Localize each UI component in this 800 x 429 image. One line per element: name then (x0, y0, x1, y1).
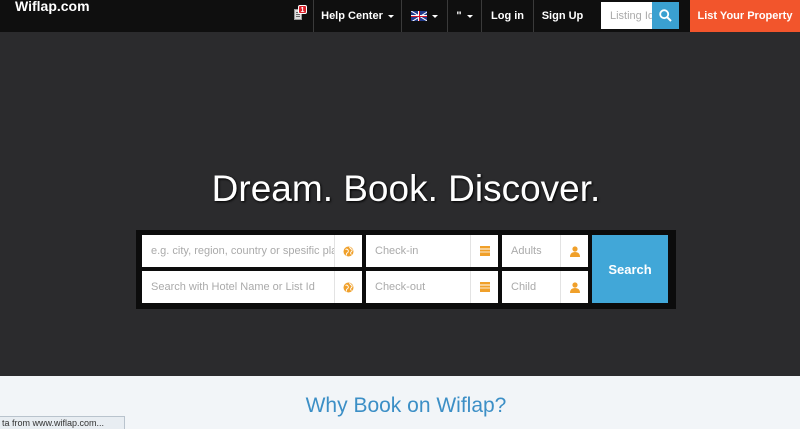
signup-link[interactable]: Sign Up (533, 0, 591, 32)
top-navbar: Wiflap.com 1 Help Center " Log in Sign U… (0, 0, 800, 32)
signup-label: Sign Up (541, 10, 584, 22)
globe-icon (334, 271, 362, 303)
destination-field[interactable] (142, 235, 362, 267)
help-center-label: Help Center (321, 10, 383, 22)
hotel-name-field[interactable] (142, 271, 362, 303)
adults-input[interactable] (502, 235, 560, 267)
notification-button[interactable]: 1 (291, 4, 309, 24)
list-your-property-button[interactable]: List Your Property (690, 0, 800, 32)
user-icon (560, 235, 588, 267)
login-link[interactable]: Log in (481, 0, 533, 32)
chevron-down-icon (466, 14, 473, 18)
globe-icon (334, 235, 362, 267)
language-dropdown[interactable] (401, 0, 447, 32)
help-center-dropdown[interactable]: Help Center (313, 0, 401, 32)
checkin-input[interactable] (366, 235, 470, 267)
search-button[interactable]: Search (592, 235, 668, 303)
checkout-input[interactable] (366, 271, 470, 303)
currency-dropdown[interactable]: " (447, 0, 481, 32)
checkin-field[interactable] (366, 235, 498, 267)
chevron-down-icon (387, 14, 394, 18)
brand-logo[interactable]: Wiflap.com (15, 0, 90, 14)
hero-title: Dream. Book. Discover. (211, 168, 601, 209)
calendar-icon (470, 235, 498, 267)
child-input[interactable] (502, 271, 560, 303)
notification-badge: 1 (298, 5, 307, 14)
checkout-field[interactable] (366, 271, 498, 303)
navbar-search-button[interactable] (652, 2, 679, 29)
search-icon (659, 9, 672, 22)
destination-input[interactable] (142, 235, 334, 267)
listing-id-search-input[interactable] (601, 2, 652, 29)
currency-label: " (456, 10, 462, 22)
chevron-down-icon (432, 14, 438, 18)
uk-flag-icon (411, 11, 427, 21)
why-book-heading: Why Book on Wiflap? (305, 394, 507, 417)
browser-status-bar: ta from www.wiflap.com... (0, 416, 125, 429)
child-field[interactable] (502, 271, 588, 303)
calendar-icon (470, 271, 498, 303)
hotel-name-input[interactable] (142, 271, 334, 303)
user-icon (560, 271, 588, 303)
login-label: Log in (491, 10, 524, 22)
adults-field[interactable] (502, 235, 588, 267)
